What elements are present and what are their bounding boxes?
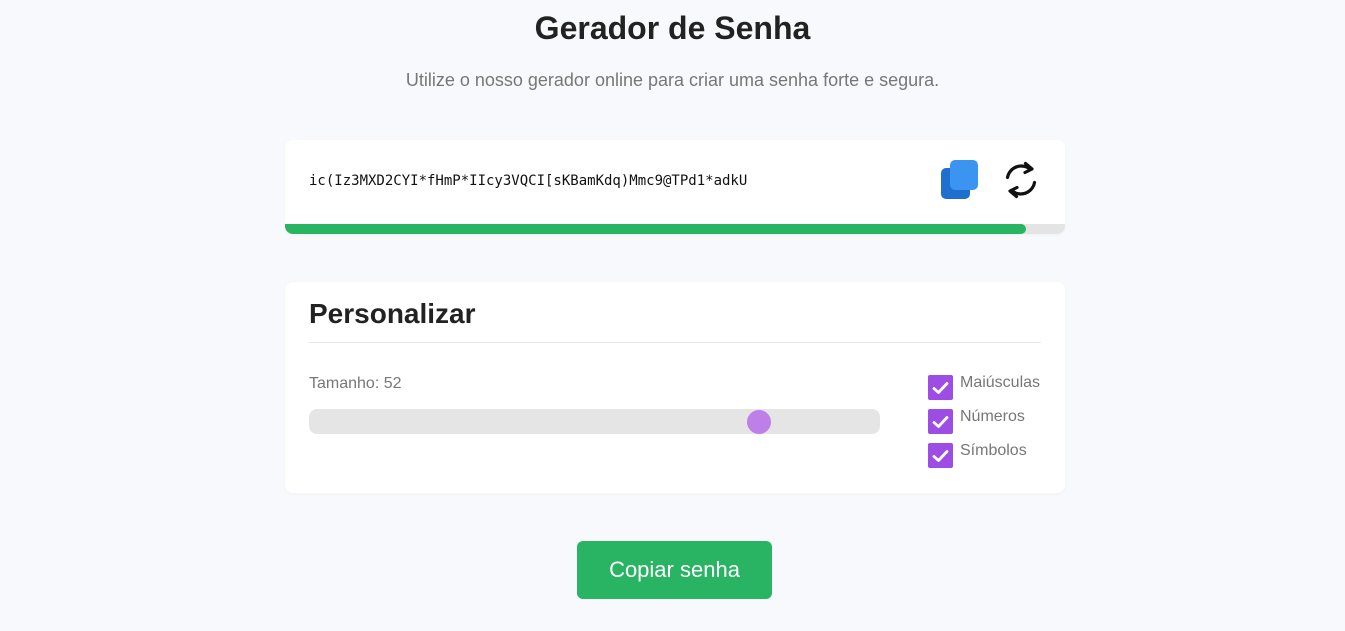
customize-title: Personalizar <box>309 298 476 329</box>
regenerate-password-button[interactable] <box>1000 159 1042 201</box>
character-options: Maiúsculas Números Símbolos <box>928 374 1040 476</box>
password-generator-page: Gerador de Senha Utilize o nosso gerador… <box>0 0 1345 631</box>
page-subtitle: Utilize o nosso gerador online para cria… <box>405 70 940 90</box>
symbols-checkbox[interactable] <box>928 443 953 468</box>
uppercase-label: Maiúsculas <box>960 374 1041 391</box>
password-output[interactable]: ic(Iz3MXD2CYI*fHmP*IIcy3VQCI[sKBamKdq)Mm… <box>309 173 747 189</box>
check-icon <box>932 449 949 462</box>
numbers-checkbox[interactable] <box>928 409 953 434</box>
refresh-icon <box>1005 161 1037 199</box>
divider <box>309 342 1041 343</box>
customize-card: Personalizar Tamanho: 52 Maiúsculas Núme… <box>285 282 1065 493</box>
strength-meter-fill <box>285 224 1026 234</box>
copy-password-main-button[interactable]: Copiar senha <box>577 541 772 599</box>
symbols-label: Símbolos <box>960 442 1027 459</box>
length-slider[interactable] <box>309 409 880 434</box>
page-title: Gerador de Senha <box>534 10 811 46</box>
uppercase-checkbox[interactable] <box>928 375 953 400</box>
numbers-label: Números <box>960 408 1025 425</box>
check-icon <box>932 381 949 394</box>
strength-meter <box>285 224 1065 234</box>
option-numbers[interactable]: Números <box>928 408 1040 442</box>
copy-password-button[interactable] <box>939 159 981 201</box>
length-label: Tamanho: 52 <box>309 375 402 392</box>
password-card: ic(Iz3MXD2CYI*fHmP*IIcy3VQCI[sKBamKdq)Mm… <box>285 140 1065 234</box>
length-slider-thumb[interactable] <box>746 409 771 434</box>
option-uppercase[interactable]: Maiúsculas <box>928 374 1040 408</box>
copy-icon <box>941 160 978 199</box>
option-symbols[interactable]: Símbolos <box>928 442 1040 476</box>
check-icon <box>932 415 949 428</box>
